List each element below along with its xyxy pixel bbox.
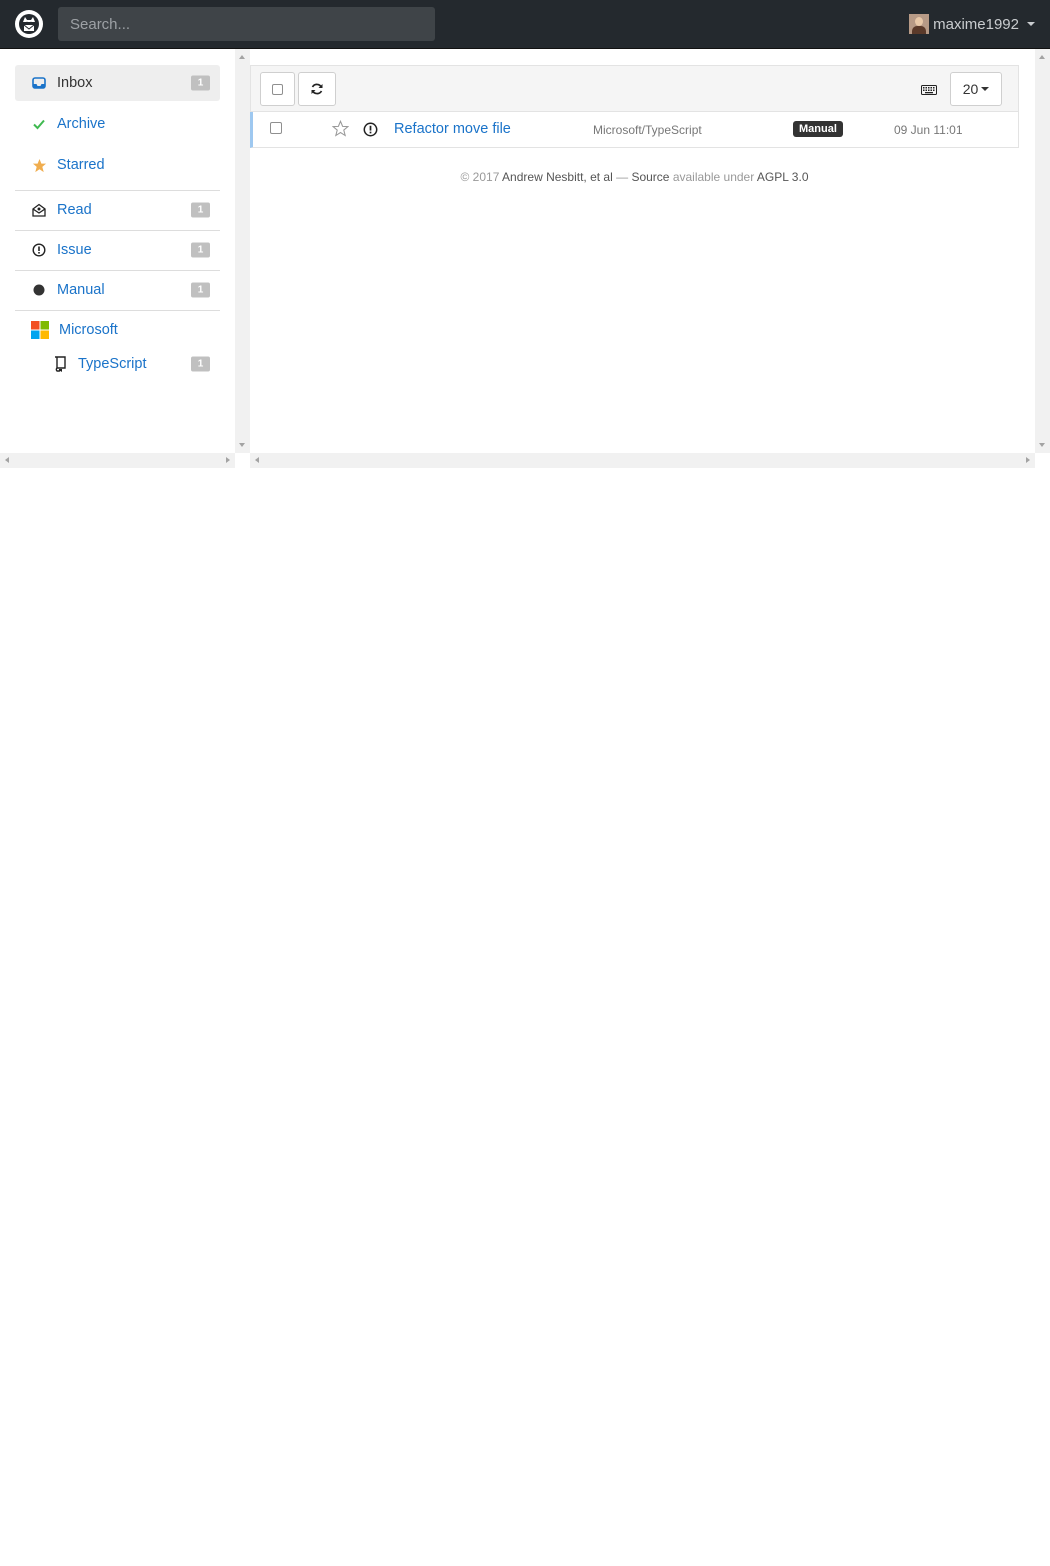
- username: maxime1992: [933, 15, 1019, 33]
- divider: [15, 230, 220, 231]
- sidebar-item-read[interactable]: Read 1: [15, 192, 220, 228]
- select-all-checkbox[interactable]: [272, 83, 283, 95]
- scroll-down-icon[interactable]: [239, 443, 245, 447]
- notifications-panel: 20 Refactor move file Microsoft/TypeScri…: [250, 49, 1035, 453]
- count-badge: 1: [191, 242, 210, 258]
- notification-repo[interactable]: Microsoft/TypeScript: [593, 123, 702, 137]
- sidebar-item-label: Archive: [57, 116, 106, 132]
- sidebar-item-label: Read: [57, 202, 92, 218]
- envelope-open-icon: [31, 202, 47, 218]
- sidebar-item-label: Starred: [57, 157, 105, 173]
- row-checkbox[interactable]: [270, 122, 282, 134]
- octobox-logo-icon[interactable]: [15, 10, 43, 38]
- microsoft-logo-icon: [31, 321, 49, 339]
- scroll-up-icon[interactable]: [239, 55, 245, 59]
- footer-license-link[interactable]: AGPL 3.0: [757, 170, 809, 184]
- select-all-button[interactable]: [260, 72, 295, 106]
- footer-available-text: available under: [672, 170, 755, 184]
- footer: © 2017 Andrew Nesbitt, et al — Source av…: [250, 170, 1019, 184]
- footer-author-link[interactable]: Andrew Nesbitt, et al: [502, 170, 613, 184]
- footer-source-link[interactable]: Source: [631, 170, 669, 184]
- sidebar-item-microsoft[interactable]: Microsoft: [15, 312, 220, 348]
- dot-icon: [31, 282, 47, 298]
- top-navbar: maxime1992: [0, 0, 1050, 49]
- divider: [15, 190, 220, 191]
- footer-dash: —: [616, 170, 629, 184]
- search-input[interactable]: [58, 7, 435, 41]
- check-icon: [31, 116, 47, 132]
- divider: [15, 270, 220, 271]
- sidebar-item-label: Microsoft: [59, 322, 118, 338]
- repo-icon: [52, 356, 68, 372]
- count-badge: 1: [191, 202, 210, 218]
- sidebar-item-archive[interactable]: Archive: [15, 106, 220, 142]
- inbox-icon: [31, 75, 47, 91]
- sidebar-item-label: Inbox: [57, 75, 93, 91]
- star-outline-icon[interactable]: [331, 119, 350, 142]
- notification-title-link[interactable]: Refactor move file: [394, 121, 511, 137]
- scroll-right-icon[interactable]: [226, 457, 230, 463]
- chevron-down-icon: [981, 87, 990, 91]
- refresh-icon: [311, 83, 323, 95]
- scroll-left-icon[interactable]: [255, 457, 259, 463]
- sidebar-item-typescript[interactable]: TypeScript 1: [36, 346, 220, 382]
- sidebar-item-label: TypeScript: [78, 356, 147, 372]
- scroll-left-icon[interactable]: [5, 457, 9, 463]
- count-badge: 1: [191, 282, 210, 298]
- table-row[interactable]: Refactor move file Microsoft/TypeScript …: [250, 112, 1019, 148]
- sidebar-item-manual[interactable]: Manual 1: [15, 272, 220, 308]
- count-badge: 1: [191, 75, 210, 91]
- star-icon: [31, 157, 47, 173]
- keyboard-icon[interactable]: [921, 83, 937, 101]
- reason-badge[interactable]: Manual: [793, 121, 843, 137]
- chevron-down-icon: [1027, 22, 1035, 26]
- per-page-value: 20: [962, 81, 979, 97]
- user-menu[interactable]: maxime1992: [909, 14, 1035, 34]
- sidebar-vertical-scrollbar[interactable]: [235, 49, 250, 453]
- scroll-up-icon[interactable]: [1039, 55, 1045, 59]
- count-badge: 1: [191, 356, 210, 372]
- scroll-down-icon[interactable]: [1039, 443, 1045, 447]
- refresh-button[interactable]: [298, 72, 336, 106]
- footer-copyright: © 2017: [460, 170, 500, 184]
- sidebar-item-label: Issue: [57, 242, 92, 258]
- sidebar-item-issue[interactable]: Issue 1: [15, 232, 220, 268]
- issue-icon: [31, 242, 47, 258]
- avatar: [909, 14, 930, 34]
- sidebar: Inbox 1 Archive Starred Read 1 Issue 1 M…: [0, 49, 235, 467]
- issue-icon: [363, 122, 378, 142]
- main-horizontal-scrollbar[interactable]: [250, 453, 1035, 468]
- divider: [15, 310, 220, 311]
- sidebar-item-label: Manual: [57, 282, 105, 298]
- scroll-right-icon[interactable]: [1026, 457, 1030, 463]
- main-vertical-scrollbar[interactable]: [1035, 49, 1050, 453]
- sidebar-horizontal-scrollbar[interactable]: [0, 453, 235, 468]
- per-page-dropdown[interactable]: 20: [950, 72, 1002, 106]
- sidebar-item-inbox[interactable]: Inbox 1: [15, 65, 220, 101]
- notification-date: 09 Jun 11:01: [894, 123, 963, 137]
- sidebar-item-starred[interactable]: Starred: [15, 147, 220, 183]
- toolbar: 20: [250, 65, 1019, 112]
